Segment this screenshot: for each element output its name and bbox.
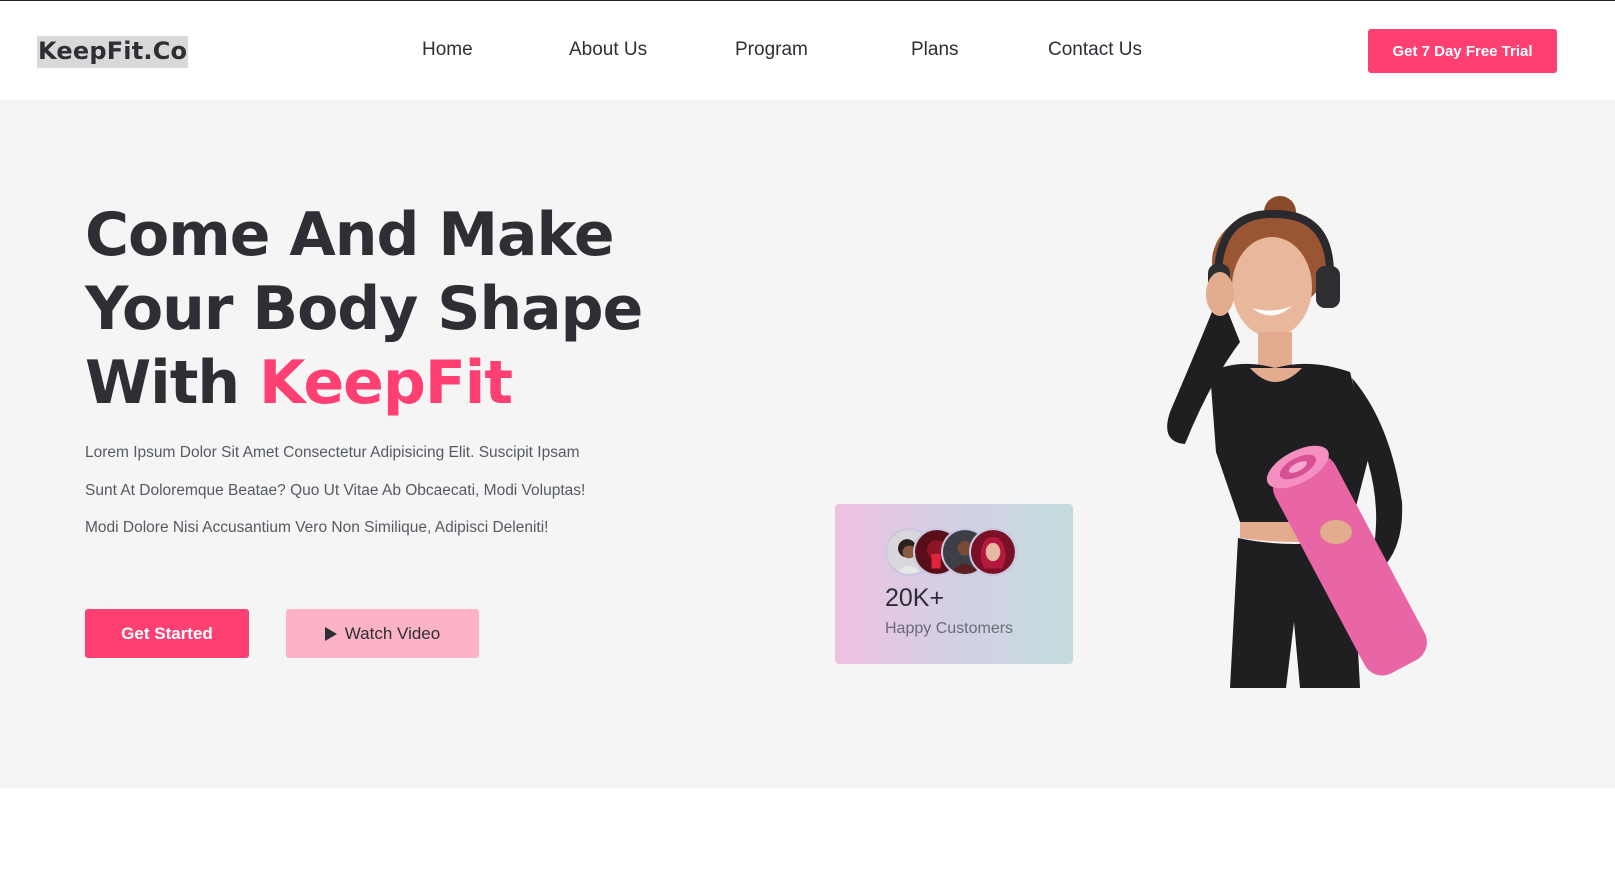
customers-count: 20K+ — [885, 584, 945, 612]
headline-line-1: Come And Make — [85, 200, 615, 270]
headline-line-3: With KeepFit — [85, 346, 705, 420]
hero-headline: Come And Make Your Body Shape With KeepF… — [85, 198, 705, 420]
headline-line-3-prefix: With — [85, 348, 260, 418]
nav-program[interactable]: Program — [735, 39, 808, 61]
watch-video-button[interactable]: Watch Video — [286, 609, 479, 658]
avatar — [969, 528, 1017, 576]
site-header: KeepFit.Co Home About Us Program Plans C… — [0, 1, 1615, 100]
description-line-2: Sunt At Doloremque Beatae? Quo Ut Vitae … — [85, 481, 586, 499]
watch-video-label: Watch Video — [344, 623, 441, 643]
nav-home[interactable]: Home — [422, 39, 473, 61]
nav-plans[interactable]: Plans — [911, 39, 959, 61]
description-line-1: Lorem Ipsum Dolor Sit Amet Consectetur A… — [85, 444, 580, 461]
customers-label: Happy Customers — [885, 620, 1014, 637]
fitness-woman-image — [1167, 196, 1427, 688]
description-line-3: Modi Dolore Nisi Accusantium Vero Non Si… — [85, 519, 549, 536]
nav-about-us[interactable]: About Us — [569, 39, 647, 61]
headline-line-2: Your Body Shape — [85, 274, 643, 344]
headline-accent: KeepFit — [259, 348, 513, 418]
get-started-button[interactable]: Get Started — [85, 609, 249, 658]
happy-customers-card: 20K+ Happy Customers — [835, 504, 1073, 664]
hero-description: Lorem Ipsum Dolor Sit Amet Consectetur A… — [85, 434, 645, 547]
play-icon — [324, 626, 337, 641]
logo[interactable]: KeepFit.Co — [37, 36, 189, 68]
free-trial-button[interactable]: Get 7 Day Free Trial — [1368, 29, 1557, 73]
page-bottom — [0, 788, 1615, 882]
nav-contact-us[interactable]: Contact Us — [1048, 39, 1142, 61]
hero-section: Come And Make Your Body Shape With KeepF… — [0, 100, 1615, 788]
